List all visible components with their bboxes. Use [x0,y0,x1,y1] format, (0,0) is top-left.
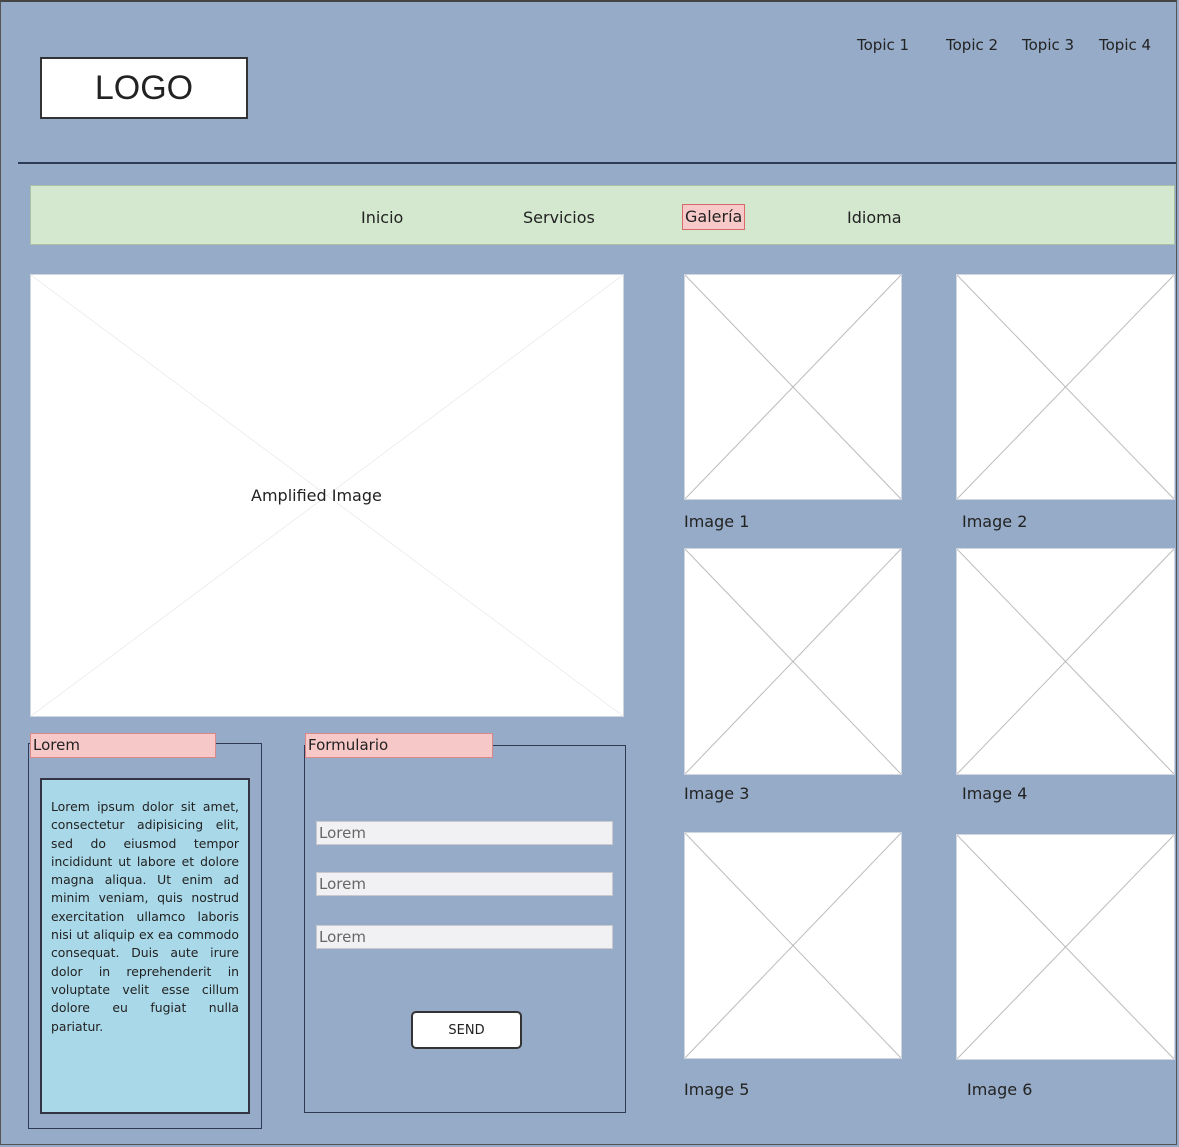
image-placeholder-icon [957,275,1174,499]
gallery-caption-4: Image 4 [962,784,1028,803]
gallery-thumb-3[interactable] [684,548,902,775]
gallery-thumb-2[interactable] [956,274,1175,500]
nav-bar: Inicio Servicios Galería Idioma [30,185,1175,245]
gallery-caption-3: Image 3 [684,784,750,803]
amplified-image-caption: Amplified Image [251,486,382,505]
gallery-thumb-5[interactable] [684,832,902,1059]
nav-item-inicio[interactable]: Inicio [361,208,403,227]
topic-link-2[interactable]: Topic 2 [946,36,998,54]
lorem-text: Lorem ipsum dolor sit amet, consectetur … [40,778,250,1114]
image-placeholder-icon [685,549,901,774]
gallery-caption-1: Image 1 [684,512,750,531]
form-field-3[interactable] [316,925,613,949]
image-placeholder-icon [685,833,901,1058]
gallery-thumb-4[interactable] [956,548,1175,775]
form-panel-title: Formulario [305,733,493,758]
gallery-thumb-6[interactable] [956,834,1175,1060]
gallery-caption-6: Image 6 [967,1080,1033,1099]
nav-item-idioma[interactable]: Idioma [847,208,902,227]
form-field-2[interactable] [316,872,613,896]
lorem-panel-title: Lorem [30,733,216,758]
logo[interactable]: LOGO [40,57,248,119]
gallery-caption-5: Image 5 [684,1080,750,1099]
image-placeholder-icon [957,549,1174,774]
topic-link-1[interactable]: Topic 1 [857,36,909,54]
topic-link-3[interactable]: Topic 3 [1022,36,1074,54]
image-placeholder-icon [685,275,901,499]
gallery-thumb-1[interactable] [684,274,902,500]
form-field-1[interactable] [316,821,613,845]
header-divider [18,162,1176,164]
send-button[interactable]: SEND [411,1011,522,1049]
gallery-caption-2: Image 2 [962,512,1028,531]
nav-item-servicios[interactable]: Servicios [523,208,595,227]
amplified-image[interactable]: Amplified Image [30,274,624,717]
nav-item-galeria[interactable]: Galería [682,204,746,230]
image-placeholder-icon [957,835,1174,1059]
topic-link-4[interactable]: Topic 4 [1099,36,1151,54]
